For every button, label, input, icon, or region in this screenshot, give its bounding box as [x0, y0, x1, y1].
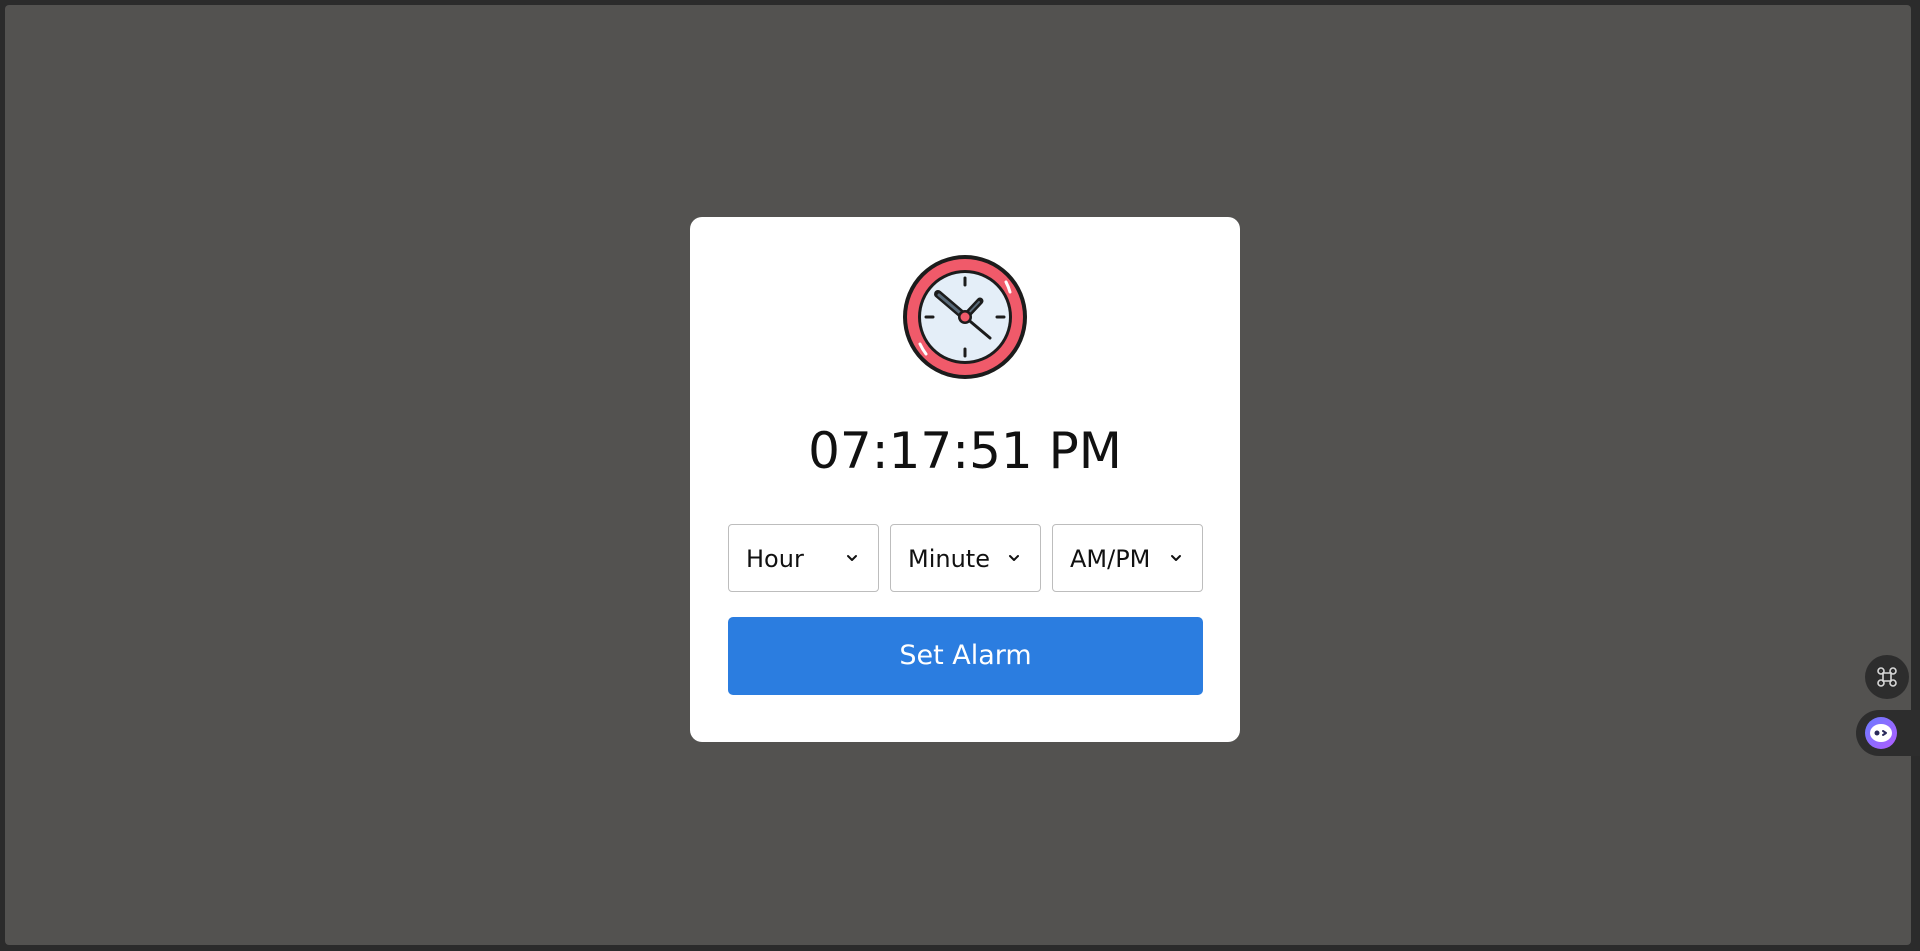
- command-widget-button[interactable]: [1865, 655, 1909, 699]
- ampm-select-label: AM/PM: [1070, 545, 1151, 573]
- chevron-down-icon: [847, 555, 857, 561]
- hour-select-label: Hour: [746, 545, 804, 573]
- chevron-down-icon: [1171, 555, 1181, 561]
- alarm-time-selects: Hour Minute AM/PM: [728, 524, 1203, 592]
- command-icon: [1877, 667, 1897, 687]
- page-background: 07:17:51 PM Hour Minute AM/PM Set Alarm: [5, 5, 1911, 945]
- clock-icon: [903, 255, 1027, 379]
- minute-select-label: Minute: [908, 545, 990, 573]
- ampm-select[interactable]: AM/PM: [1052, 524, 1203, 592]
- assistant-widget-button[interactable]: [1856, 710, 1920, 756]
- set-alarm-button[interactable]: Set Alarm: [728, 617, 1203, 695]
- hour-select[interactable]: Hour: [728, 524, 879, 592]
- current-time: 07:17:51 PM: [808, 422, 1122, 480]
- minute-select[interactable]: Minute: [890, 524, 1041, 592]
- alarm-card: 07:17:51 PM Hour Minute AM/PM Set Alarm: [690, 217, 1240, 742]
- chevron-down-icon: [1009, 555, 1019, 561]
- assistant-icon: [1865, 717, 1897, 749]
